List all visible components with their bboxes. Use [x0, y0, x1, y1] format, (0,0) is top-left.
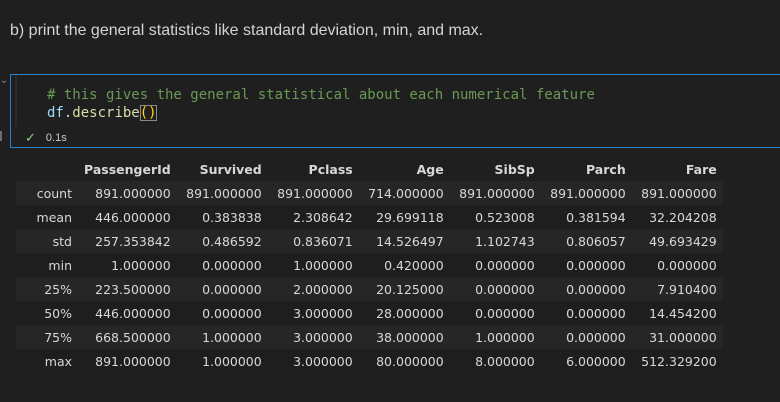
table-cell: 28.000000	[358, 301, 450, 325]
table-cell: 3.000000	[267, 325, 359, 349]
table-cell: 891.000000	[176, 181, 268, 205]
table-header-row: PassengerId Survived Pclass Age SibSp Pa…	[16, 157, 723, 181]
table-cell: 512.329200	[631, 349, 723, 373]
code-cell[interactable]: # this gives the general statistical abo…	[10, 74, 780, 148]
table-cell: 0.383838	[176, 205, 268, 229]
table-cell: 1.000000	[176, 325, 268, 349]
table-cell: 3.000000	[267, 349, 359, 373]
table-cell: 14.526497	[358, 229, 450, 253]
table-cell: 891.000000	[267, 181, 359, 205]
row-label: count	[16, 181, 78, 205]
table-row: 75% 668.500000 1.000000 3.000000 38.0000…	[16, 325, 723, 349]
row-label: min	[16, 253, 78, 277]
table-row: mean 446.000000 0.383838 2.308642 29.699…	[16, 205, 723, 229]
table-cell: 1.102743	[449, 229, 541, 253]
table-cell: 1.000000	[449, 325, 541, 349]
column-header: Age	[358, 157, 450, 181]
table-cell: 0.523008	[449, 205, 541, 229]
table-row: 25% 223.500000 0.000000 2.000000 20.1250…	[16, 277, 723, 301]
table-cell: 891.000000	[540, 181, 632, 205]
table-cell: 0.000000	[631, 253, 723, 277]
row-label: mean	[16, 205, 78, 229]
table-row: std 257.353842 0.486592 0.836071 14.5264…	[16, 229, 723, 253]
table-cell: 0.000000	[449, 253, 541, 277]
table-cell: 32.204208	[631, 205, 723, 229]
table-cell: 80.000000	[358, 349, 450, 373]
cell-status: ✓ 0.1s	[25, 129, 67, 147]
table-cell: 0.000000	[540, 277, 632, 301]
column-header: Pclass	[267, 157, 359, 181]
table-row: 50% 446.000000 0.000000 3.000000 28.0000…	[16, 301, 723, 325]
table-cell: 3.000000	[267, 301, 359, 325]
table-cell: 0.000000	[449, 301, 541, 325]
describe-output-table: PassengerId Survived Pclass Age SibSp Pa…	[16, 157, 723, 373]
code-method: describe	[72, 105, 140, 121]
table-cell: 0.486592	[176, 229, 268, 253]
code-parens: ()	[139, 105, 157, 121]
table-row: min 1.000000 0.000000 1.000000 0.420000 …	[16, 253, 723, 277]
table-cell: 714.000000	[358, 181, 450, 205]
column-header: Fare	[631, 157, 723, 181]
table-cell: 257.353842	[78, 229, 177, 253]
row-label: 75%	[16, 325, 78, 349]
row-label: 50%	[16, 301, 78, 325]
table-cell: 1.000000	[267, 253, 359, 277]
table-cell: 2.000000	[267, 277, 359, 301]
row-label: std	[16, 229, 78, 253]
table-cell: 2.308642	[267, 205, 359, 229]
column-header: Survived	[176, 157, 268, 181]
table-cell: 0.000000	[176, 253, 268, 277]
table-cell: 0.381594	[540, 205, 632, 229]
table-cell: 668.500000	[78, 325, 177, 349]
table-cell: 0.806057	[540, 229, 632, 253]
table-cell: 223.500000	[78, 277, 177, 301]
table-cell: 891.000000	[78, 349, 177, 373]
table-cell: 0.000000	[176, 301, 268, 325]
table-cell: 14.454200	[631, 301, 723, 325]
table-cell: 0.000000	[540, 301, 632, 325]
table-cell: 0.000000	[176, 277, 268, 301]
column-header-index	[16, 157, 78, 181]
markdown-cell-text: b) print the general statistics like sta…	[10, 22, 484, 39]
table-cell: 31.000000	[631, 325, 723, 349]
execution-order-bar	[0, 131, 2, 141]
chevron-down-icon[interactable]: ⌄	[0, 76, 8, 86]
code-editor[interactable]: # this gives the general statistical abo…	[15, 75, 780, 127]
table-cell: 29.699118	[358, 205, 450, 229]
table-cell: 891.000000	[449, 181, 541, 205]
table-cell: 20.125000	[358, 277, 450, 301]
table-cell: 446.000000	[78, 301, 177, 325]
code-variable: df	[47, 105, 64, 121]
table-row: max 891.000000 1.000000 3.000000 80.0000…	[16, 349, 723, 373]
code-comment: # this gives the general statistical abo…	[47, 87, 595, 103]
table-cell: 1.000000	[78, 253, 177, 277]
table-cell: 6.000000	[540, 349, 632, 373]
check-icon: ✓	[25, 130, 36, 145]
column-header: Parch	[540, 157, 632, 181]
table-cell: 7.910400	[631, 277, 723, 301]
table-cell: 0.000000	[449, 277, 541, 301]
column-header: SibSp	[449, 157, 541, 181]
table-cell: 0.836071	[267, 229, 359, 253]
table-cell: 49.693429	[631, 229, 723, 253]
code-statement: df.describe()	[47, 104, 157, 122]
table-cell: 446.000000	[78, 205, 177, 229]
table-cell: 38.000000	[358, 325, 450, 349]
table-cell: 891.000000	[78, 181, 177, 205]
table-cell: 0.000000	[540, 253, 632, 277]
row-label: 25%	[16, 277, 78, 301]
table-cell: 891.000000	[631, 181, 723, 205]
table-cell: 1.000000	[176, 349, 268, 373]
table-cell: 0.420000	[358, 253, 450, 277]
table-row: count 891.000000 891.000000 891.000000 7…	[16, 181, 723, 205]
row-label: max	[16, 349, 78, 373]
execution-time: 0.1s	[45, 132, 67, 144]
table-cell: 0.000000	[540, 325, 632, 349]
table-cell: 8.000000	[449, 349, 541, 373]
column-header: PassengerId	[78, 157, 177, 181]
